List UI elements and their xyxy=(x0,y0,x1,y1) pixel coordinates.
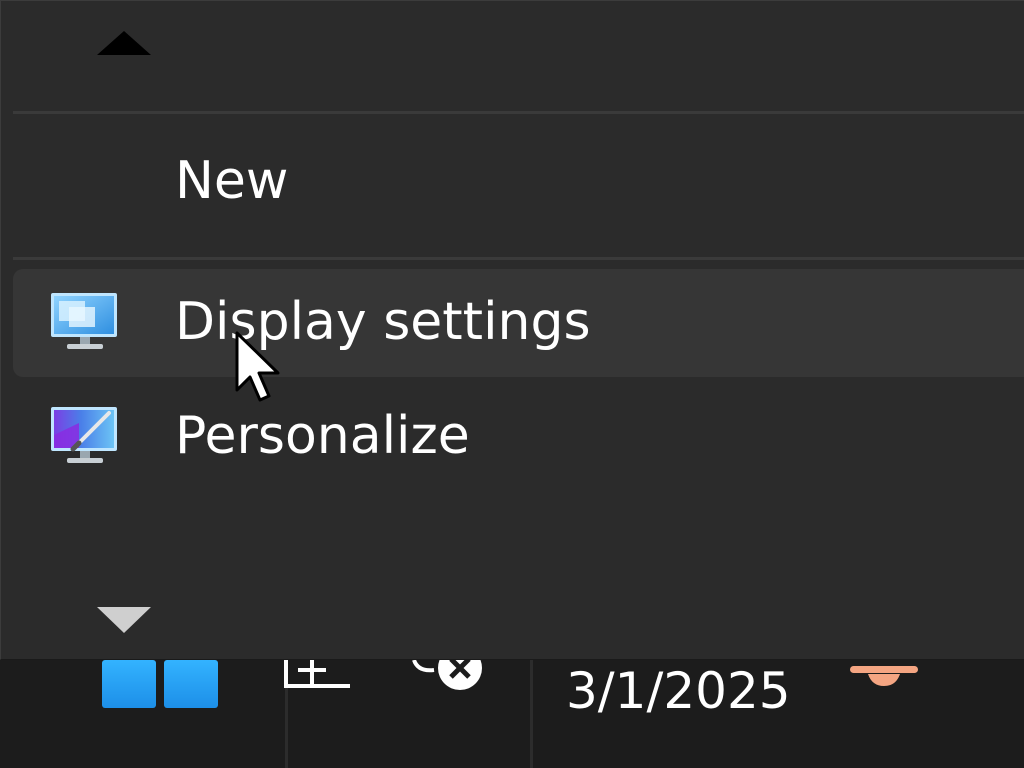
taskbar-divider xyxy=(530,660,533,768)
clock-date[interactable]: 3/1/2025 xyxy=(566,662,791,720)
windows-logo-icon[interactable] xyxy=(102,660,220,710)
taskbar: 3/1/2025 xyxy=(0,660,1024,768)
scroll-up-arrow-icon[interactable] xyxy=(97,31,151,55)
menu-item-new[interactable]: New xyxy=(13,128,1024,236)
personalize-icon xyxy=(51,407,117,463)
menu-item-label: Personalize xyxy=(175,405,470,466)
close-circle-icon[interactable] xyxy=(410,660,490,690)
display-settings-icon xyxy=(51,293,117,349)
notification-bell-icon[interactable] xyxy=(850,660,918,690)
desktop-context-menu: New Display settings Personalize xyxy=(0,0,1024,660)
menu-item-display-settings[interactable]: Display settings xyxy=(13,269,1024,377)
menu-item-label: Display settings xyxy=(175,291,591,352)
task-view-icon[interactable] xyxy=(282,660,358,694)
menu-separator xyxy=(13,257,1024,260)
screen: New Display settings Personalize 3/1/202… xyxy=(0,0,1024,768)
menu-separator xyxy=(13,111,1024,114)
menu-item-label: New xyxy=(175,150,289,211)
scroll-down-arrow-icon[interactable] xyxy=(97,607,151,633)
menu-item-personalize[interactable]: Personalize xyxy=(13,383,1024,491)
